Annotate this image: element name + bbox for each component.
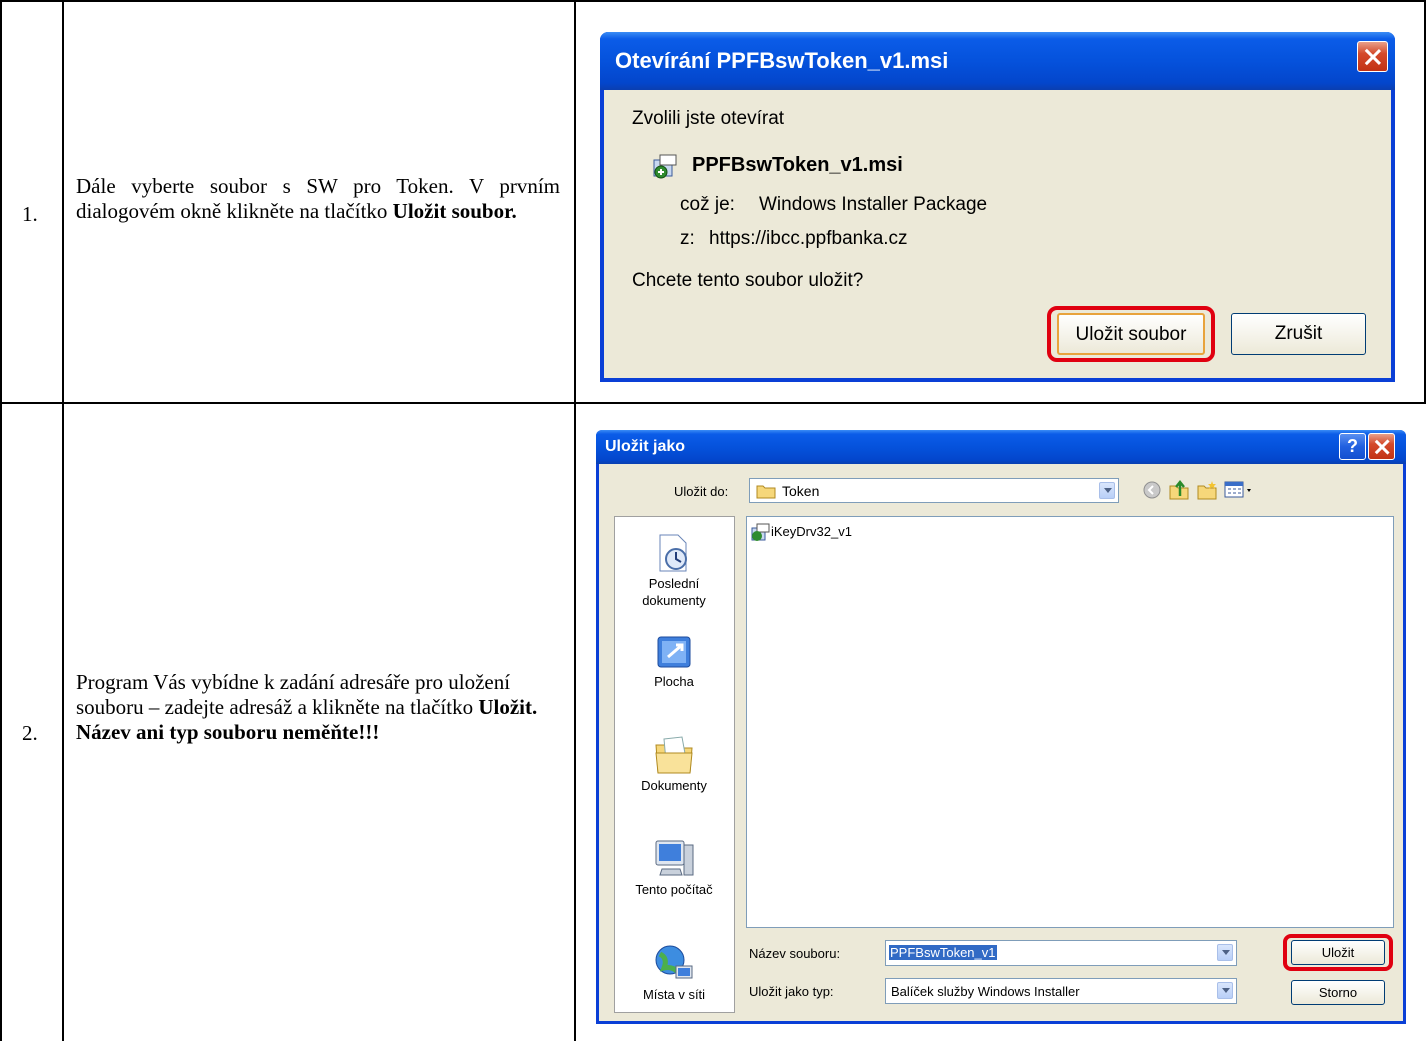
places-network-label: Místa v síti bbox=[642, 987, 706, 1002]
cancel-button[interactable]: Storno bbox=[1291, 980, 1385, 1005]
open-dialog-from-label: z: bbox=[680, 228, 695, 249]
msi-package-icon bbox=[653, 154, 677, 179]
filename-label: Název souboru: bbox=[749, 946, 841, 961]
table-col-divider-2 bbox=[574, 0, 576, 1041]
save-dialog-titlebar[interactable]: Uložit jako ? bbox=[596, 430, 1406, 464]
help-icon[interactable]: ? bbox=[1339, 433, 1366, 460]
save-dialog-body: Uložit do: Token Poslední dokumenty Ploc… bbox=[599, 464, 1403, 1021]
new-folder-icon[interactable] bbox=[1196, 479, 1218, 501]
open-dialog-filename: PPFBswToken_v1.msi bbox=[692, 154, 903, 176]
filetype-value: Balíček služby Windows Installer bbox=[891, 984, 1080, 999]
open-dialog-intro: Zvolili jste otevírat bbox=[632, 108, 785, 129]
file-list[interactable]: iKeyDrv32_v1 bbox=[746, 516, 1394, 928]
open-dialog-from-value: https://ibcc.ppfbanka.cz bbox=[709, 228, 908, 249]
open-dialog-question: Chcete tento soubor uložit? bbox=[632, 270, 864, 291]
view-menu-icon[interactable] bbox=[1224, 480, 1254, 500]
places-my-computer[interactable]: Tento počítač bbox=[618, 837, 730, 898]
step-1-instructions: Dále vyberte soubor s SW pro Token. V pr… bbox=[76, 174, 560, 224]
save-dialog-title: Uložit jako bbox=[605, 438, 686, 455]
table-col-divider-1 bbox=[62, 0, 64, 1041]
step-2-warning: Název ani typ souboru neměňte!!! bbox=[76, 720, 380, 744]
filetype-label: Uložit jako typ: bbox=[749, 984, 834, 999]
filetype-dropdown[interactable]: Balíček služby Windows Installer bbox=[885, 978, 1237, 1004]
recent-documents-icon bbox=[659, 534, 687, 572]
places-desktop-label: Plocha bbox=[654, 674, 694, 689]
places-desktop[interactable]: Plocha bbox=[618, 633, 730, 690]
places-my-computer-label: Tento počítač bbox=[635, 882, 713, 897]
open-dialog-title: Otevírání PPFBswToken_v1.msi bbox=[615, 48, 949, 73]
places-bar: Poslední dokumenty Plocha Dokumenty Tent… bbox=[614, 516, 735, 1013]
msi-package-icon bbox=[751, 523, 770, 541]
documents-folder-icon bbox=[655, 736, 693, 774]
chevron-down-icon[interactable] bbox=[1217, 944, 1233, 961]
step-2-text: Program Vás vybídne k zadání adresáře pr… bbox=[76, 670, 511, 719]
places-documents-label: Dokumenty bbox=[641, 778, 707, 793]
desktop-icon bbox=[657, 636, 691, 668]
save-file-button[interactable]: Uložit soubor bbox=[1057, 313, 1205, 355]
places-network[interactable]: Místa v síti bbox=[618, 942, 730, 1003]
step-number: 2. bbox=[22, 721, 38, 745]
save-in-value: Token bbox=[782, 483, 820, 499]
places-recent[interactable]: Poslední dokumenty bbox=[618, 531, 730, 609]
my-computer-icon bbox=[655, 840, 694, 876]
close-icon[interactable] bbox=[1368, 433, 1395, 460]
step-number: 1. bbox=[22, 202, 38, 226]
filename-value: PPFBswToken_v1 bbox=[889, 945, 997, 960]
places-recent-label: Poslední dokumenty bbox=[642, 576, 706, 608]
table-border-top bbox=[0, 0, 1426, 2]
open-dialog-titlebar[interactable]: Otevírání PPFBswToken_v1.msi bbox=[600, 32, 1395, 90]
open-file-dialog: Otevírání PPFBswToken_v1.msi Zvolili jst… bbox=[600, 32, 1395, 382]
save-in-label: Uložit do: bbox=[674, 484, 729, 499]
file-name: iKeyDrv32_v1 bbox=[771, 524, 852, 539]
chevron-down-icon[interactable] bbox=[1217, 982, 1233, 999]
step-2-instructions: Program Vás vybídne k zadání adresáře pr… bbox=[76, 670, 560, 745]
chevron-down-icon[interactable] bbox=[1099, 482, 1115, 499]
step-1-bold: Uložit soubor. bbox=[392, 199, 517, 223]
save-as-dialog: Uložit jako ? Uložit do: Token Poslední … bbox=[596, 430, 1406, 1024]
open-dialog-type-value: Windows Installer Package bbox=[759, 194, 988, 215]
folder-icon bbox=[756, 485, 776, 499]
up-folder-icon[interactable] bbox=[1168, 479, 1190, 501]
close-icon[interactable] bbox=[1357, 41, 1388, 72]
network-places-icon bbox=[655, 945, 693, 979]
save-in-dropdown[interactable]: Token bbox=[749, 478, 1119, 503]
places-documents[interactable]: Dokumenty bbox=[618, 733, 730, 794]
open-dialog-body: Zvolili jste otevírat PPFBswToken_v1.msi… bbox=[604, 90, 1391, 378]
save-button[interactable]: Uložit bbox=[1291, 940, 1385, 965]
table-row-divider bbox=[0, 402, 1426, 404]
step-2-bold: Uložit. bbox=[478, 695, 538, 719]
cancel-button[interactable]: Zrušit bbox=[1231, 313, 1366, 355]
filename-input[interactable]: PPFBswToken_v1 bbox=[885, 940, 1237, 966]
back-icon[interactable] bbox=[1142, 480, 1162, 500]
table-border-left bbox=[0, 0, 2, 1041]
open-dialog-type-label: což je: bbox=[680, 194, 735, 215]
